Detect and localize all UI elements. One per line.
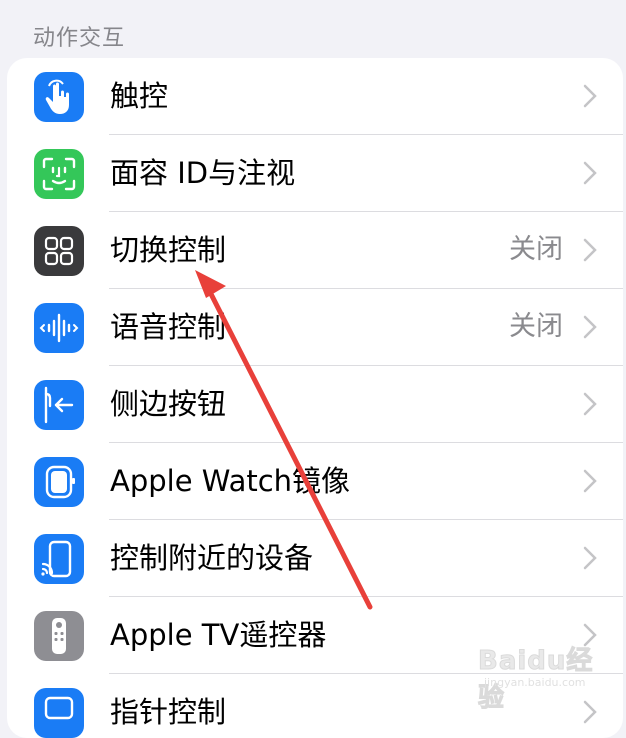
section-header: 动作交互 (33, 26, 126, 51)
watermark-url: jingyan.baidu.com (484, 676, 586, 689)
face-id-icon (34, 149, 84, 199)
pointer-control-icon (34, 688, 84, 738)
row-label: Apple Watch镜像 (110, 464, 351, 498)
row-apple-watch-mirroring[interactable]: Apple Watch镜像 (7, 443, 623, 520)
chevron-right-icon (583, 546, 597, 570)
row-label: Apple TV遥控器 (110, 618, 327, 652)
side-button-icon (34, 380, 84, 430)
chevron-right-icon (583, 84, 597, 108)
row-label: 面容 ID与注视 (110, 156, 296, 190)
row-side-button[interactable]: 侧边按钮 (7, 366, 623, 443)
chevron-right-icon (583, 469, 597, 493)
row-label: 切换控制 (110, 233, 227, 267)
hand-tap-icon (34, 72, 84, 122)
row-label: 侧边按钮 (110, 387, 227, 421)
settings-group: 触控 面容 ID与注视 切换控制 关闭 语音控制 关闭 侧边按钮 Apple W… (7, 58, 623, 738)
chevron-right-icon (583, 238, 597, 262)
row-label: 控制附近的设备 (110, 541, 314, 575)
nearby-devices-icon (34, 534, 84, 584)
baidu-watermark: Baidu经验 jingyan.baidu.com (478, 640, 598, 714)
row-switch-control[interactable]: 切换控制 关闭 (7, 212, 623, 289)
row-face-id[interactable]: 面容 ID与注视 (7, 135, 623, 212)
row-voice-control[interactable]: 语音控制 关闭 (7, 289, 623, 366)
chevron-right-icon (583, 161, 597, 185)
row-label: 语音控制 (110, 310, 227, 344)
tv-remote-icon (34, 611, 84, 661)
row-touch[interactable]: 触控 (7, 58, 623, 135)
voice-control-icon (34, 303, 84, 353)
row-value: 关闭 (509, 234, 563, 265)
switch-control-icon (34, 226, 84, 276)
row-value: 关闭 (509, 311, 563, 342)
chevron-right-icon (583, 315, 597, 339)
row-control-nearby-devices[interactable]: 控制附近的设备 (7, 520, 623, 597)
row-label: 指针控制 (110, 695, 227, 729)
apple-watch-icon (34, 457, 84, 507)
row-label: 触控 (110, 79, 169, 113)
chevron-right-icon (583, 392, 597, 416)
